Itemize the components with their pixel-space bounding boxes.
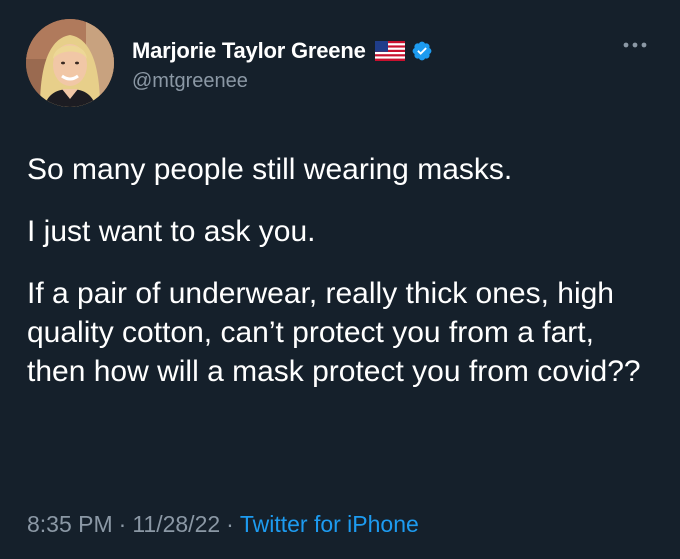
profile-photo [26, 19, 114, 107]
tweet-paragraph: So many people still wearing masks. [27, 153, 513, 186]
tweet-time[interactable]: 8:35 PM [27, 511, 113, 537]
display-name[interactable]: Marjorie Taylor Greene [132, 38, 366, 64]
tweet-metadata: 8:35 PM · 11/28/22 · Twitter for iPhone [27, 511, 419, 538]
avatar[interactable] [26, 19, 114, 107]
meta-separator: · [118, 511, 127, 537]
verified-badge-icon [412, 41, 432, 61]
more-options-icon[interactable] [622, 40, 648, 50]
meta-separator: · [226, 511, 234, 537]
tweet-card: Marjorie Taylor Greene @mtgreenee So man… [0, 0, 680, 559]
tweet-text: So many people still wearing masks. I ju… [27, 150, 657, 414]
tweet-paragraph: I just want to ask you. [27, 215, 316, 248]
tweet-paragraph: If a pair of underwear, really thick one… [27, 277, 641, 388]
us-flag-icon [374, 41, 405, 61]
author-handle[interactable]: @mtgreenee [132, 70, 248, 93]
tweet-date[interactable]: 11/28/22 [132, 511, 220, 537]
tweet-source-link[interactable]: Twitter for iPhone [240, 511, 419, 537]
author-name-row[interactable]: Marjorie Taylor Greene [132, 37, 433, 65]
